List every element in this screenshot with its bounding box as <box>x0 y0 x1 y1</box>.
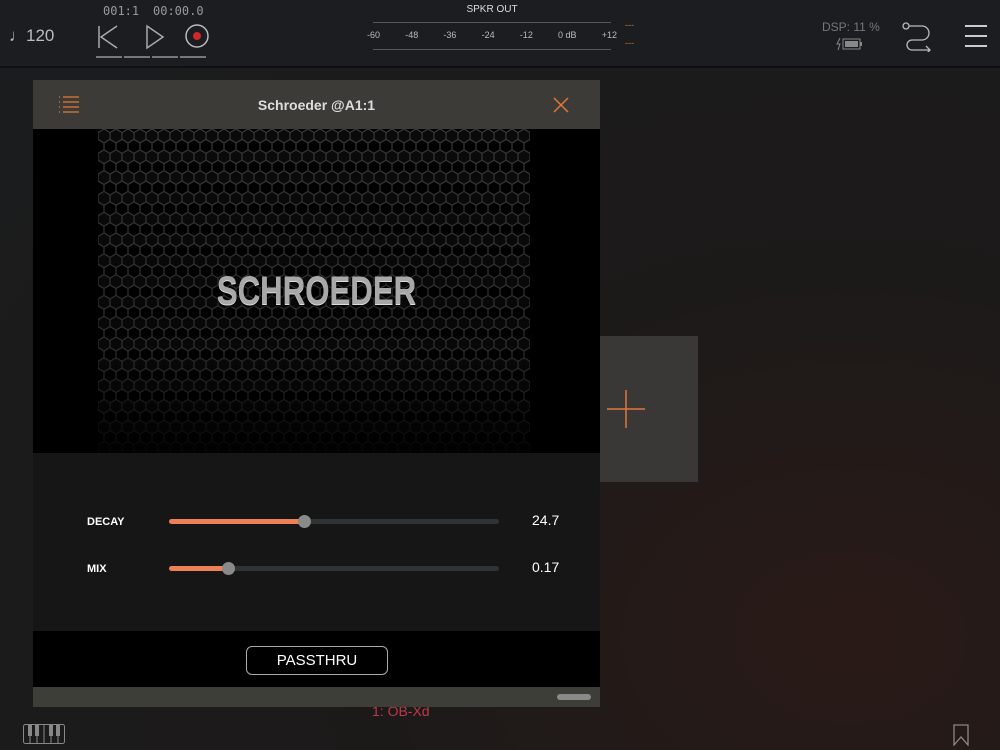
tempo-display[interactable]: ♩120 <box>9 26 54 46</box>
plugin-title: Schroeder @A1:1 <box>257 97 376 113</box>
dsp-readout: DSP: 11 % <box>822 20 880 34</box>
bookmark-icon[interactable] <box>953 724 969 746</box>
battery-icon <box>836 37 862 51</box>
decay-slider[interactable] <box>169 515 499 528</box>
passthru-button[interactable]: PASSTHRU <box>246 646 388 675</box>
plugin-window: Schroeder @A1:1 SCHROEDER DECAY 24.7 MIX <box>33 80 600 707</box>
plugin-artwork: SCHROEDER <box>33 129 600 453</box>
slider-fill <box>169 519 305 524</box>
level-meter: -60 -48 -36 -24 -12 0 dB +12 <box>367 22 617 50</box>
resize-handle[interactable] <box>557 694 591 700</box>
record-icon[interactable] <box>184 23 210 49</box>
mix-slider[interactable] <box>169 562 499 575</box>
time-display: 00:00.0 <box>153 4 204 18</box>
slider-thumb[interactable] <box>222 562 236 575</box>
plus-icon <box>607 390 645 428</box>
plugin-resize-bar <box>33 687 600 707</box>
parameter-panel: DECAY 24.7 MIX 0.17 <box>33 453 600 631</box>
top-toolbar: ♩120 001:1 00:00.0 SPKR OUT -60 -48 -36 -24… <box>0 0 1000 68</box>
plugin-header: Schroeder @A1:1 <box>33 80 600 129</box>
play-icon[interactable] <box>144 24 166 50</box>
transport-divider <box>96 56 208 58</box>
mix-value: 0.17 <box>532 559 560 575</box>
slider-thumb[interactable] <box>298 515 312 528</box>
decay-value: 24.7 <box>532 512 560 528</box>
meter-title: SPKR OUT <box>466 4 518 15</box>
keyboard-icon[interactable] <box>23 724 65 744</box>
peak-left[interactable]: --- <box>625 20 634 30</box>
position-display: 001:1 <box>103 4 140 18</box>
peak-right[interactable]: --- <box>625 38 634 48</box>
slider-fill <box>169 566 229 571</box>
routing-icon[interactable] <box>902 22 934 52</box>
plugin-logo: SCHROEDER <box>216 269 417 313</box>
plugin-footer: PASSTHRU <box>33 631 600 687</box>
close-icon[interactable] <box>553 97 569 113</box>
note-icon: ♩ <box>9 26 26 45</box>
add-plugin-slot[interactable] <box>600 336 698 482</box>
rewind-icon[interactable] <box>96 24 120 50</box>
menu-icon[interactable] <box>964 24 988 48</box>
